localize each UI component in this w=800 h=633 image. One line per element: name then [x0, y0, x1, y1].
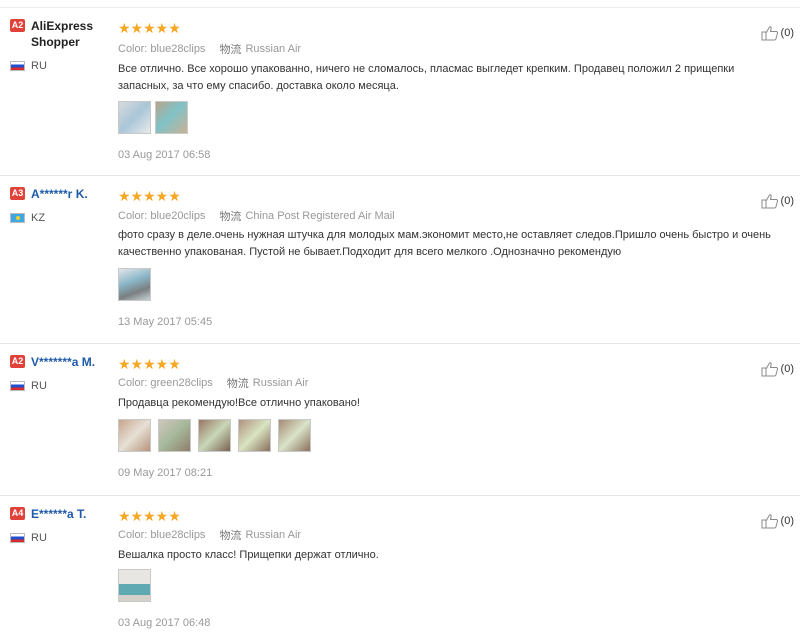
logistics-icon: 物流: [219, 530, 242, 542]
review-text: Вешалка просто класс! Прищепки держат от…: [118, 549, 379, 561]
helpful-count: (0): [780, 195, 794, 207]
reviewer-name: AliExpress Shopper: [31, 19, 94, 49]
review-text: Все отлично. Все хорошо упакованно, ниче…: [118, 63, 735, 92]
country-code: RU: [31, 380, 47, 392]
color-attribute: Color: blue28clips: [118, 43, 206, 55]
order-info: Color: green28clips 物流 Russian Air: [118, 375, 308, 391]
review-text: Продавца рекомендую!Все отлично упакован…: [118, 397, 360, 409]
star-rating: ★★★★★: [118, 356, 181, 372]
review-photo-thumbnail[interactable]: [118, 569, 151, 602]
color-attribute: Color: blue28clips: [118, 529, 206, 541]
review-photos: [118, 569, 151, 602]
review-item: A2 V*******a M. RU ★★★★★ Color: green28c…: [0, 343, 800, 492]
kazakhstan-flag-icon: [10, 213, 25, 223]
review-date: 09 May 2017 08:21: [118, 467, 213, 479]
reviewer-country: RU: [10, 380, 47, 392]
buyer-level-badge: A2: [10, 355, 25, 368]
star-rating: ★★★★★: [118, 20, 181, 36]
helpful-button[interactable]: (0): [761, 361, 794, 377]
review-photo-thumbnail[interactable]: [155, 101, 188, 134]
reviewer-country: KZ: [10, 212, 45, 224]
shipping-method: Russian Air: [252, 377, 309, 389]
country-code: KZ: [31, 212, 46, 224]
review-photos: [118, 268, 151, 301]
thumbs-up-icon: [761, 194, 778, 209]
review-text: фото сразу в деле.очень нужная штучка дл…: [118, 229, 771, 258]
logistics-icon: 物流: [226, 378, 249, 390]
review-item: A2 AliExpress Shopper RU ★★★★★ Color: bl…: [0, 7, 800, 168]
review-photo-thumbnail[interactable]: [118, 419, 151, 452]
shipping-method: Russian Air: [245, 43, 302, 55]
russia-flag-icon: [10, 61, 25, 71]
shipping-method: China Post Registered Air Mail: [245, 210, 395, 222]
russia-flag-icon: [10, 533, 25, 543]
reviewer-country: RU: [10, 60, 47, 72]
logistics-icon: 物流: [219, 211, 242, 223]
logistics-icon: 物流: [219, 44, 242, 56]
thumbs-up-icon: [761, 514, 778, 529]
shipping-info: 物流 Russian Air: [219, 41, 301, 57]
helpful-count: (0): [780, 515, 794, 527]
shipping-info: 物流 Russian Air: [227, 375, 309, 391]
reviewer-country: RU: [10, 532, 47, 544]
review-photo-thumbnail[interactable]: [238, 419, 271, 452]
review-photos: [118, 419, 311, 452]
review-item: A4 E******a T. RU ★★★★★ Color: blue28cli…: [0, 495, 800, 633]
review-photo-thumbnail[interactable]: [118, 268, 151, 301]
review-date: 13 May 2017 05:45: [118, 316, 213, 328]
country-code: RU: [31, 532, 47, 544]
review-photo-thumbnail[interactable]: [278, 419, 311, 452]
review-item: A3 A******r K. KZ ★★★★★ Color: blue20cli…: [0, 175, 800, 336]
buyer-level-badge: A4: [10, 507, 25, 520]
reviewer-name[interactable]: V*******a M.: [31, 354, 111, 370]
helpful-button[interactable]: (0): [761, 193, 794, 209]
buyer-level-badge: A3: [10, 187, 25, 200]
shipping-info: 物流 Russian Air: [219, 527, 301, 543]
russia-flag-icon: [10, 381, 25, 391]
country-code: RU: [31, 60, 47, 72]
star-rating: ★★★★★: [118, 188, 181, 204]
helpful-count: (0): [780, 27, 794, 39]
color-attribute: Color: green28clips: [118, 377, 213, 389]
shipping-info: 物流 China Post Registered Air Mail: [219, 208, 394, 224]
helpful-button[interactable]: (0): [761, 25, 794, 41]
review-date: 03 Aug 2017 06:48: [118, 617, 211, 629]
star-rating: ★★★★★: [118, 508, 181, 524]
order-info: Color: blue28clips 物流 Russian Air: [118, 527, 301, 543]
review-photo-thumbnail[interactable]: [158, 419, 191, 452]
color-attribute: Color: blue20clips: [118, 210, 206, 222]
buyer-level-badge: A2: [10, 19, 25, 32]
thumbs-up-icon: [761, 362, 778, 377]
helpful-button[interactable]: (0): [761, 513, 794, 529]
review-photo-thumbnail[interactable]: [118, 101, 151, 134]
review-photos: [118, 101, 188, 134]
shipping-method: Russian Air: [245, 529, 302, 541]
order-info: Color: blue20clips 物流 China Post Registe…: [118, 208, 395, 224]
review-photo-thumbnail[interactable]: [198, 419, 231, 452]
review-date: 03 Aug 2017 06:58: [118, 149, 211, 161]
order-info: Color: blue28clips 物流 Russian Air: [118, 41, 301, 57]
helpful-count: (0): [780, 363, 794, 375]
thumbs-up-icon: [761, 26, 778, 41]
reviewer-name[interactable]: A******r K.: [31, 186, 111, 202]
reviewer-name[interactable]: E******a T.: [31, 506, 111, 522]
